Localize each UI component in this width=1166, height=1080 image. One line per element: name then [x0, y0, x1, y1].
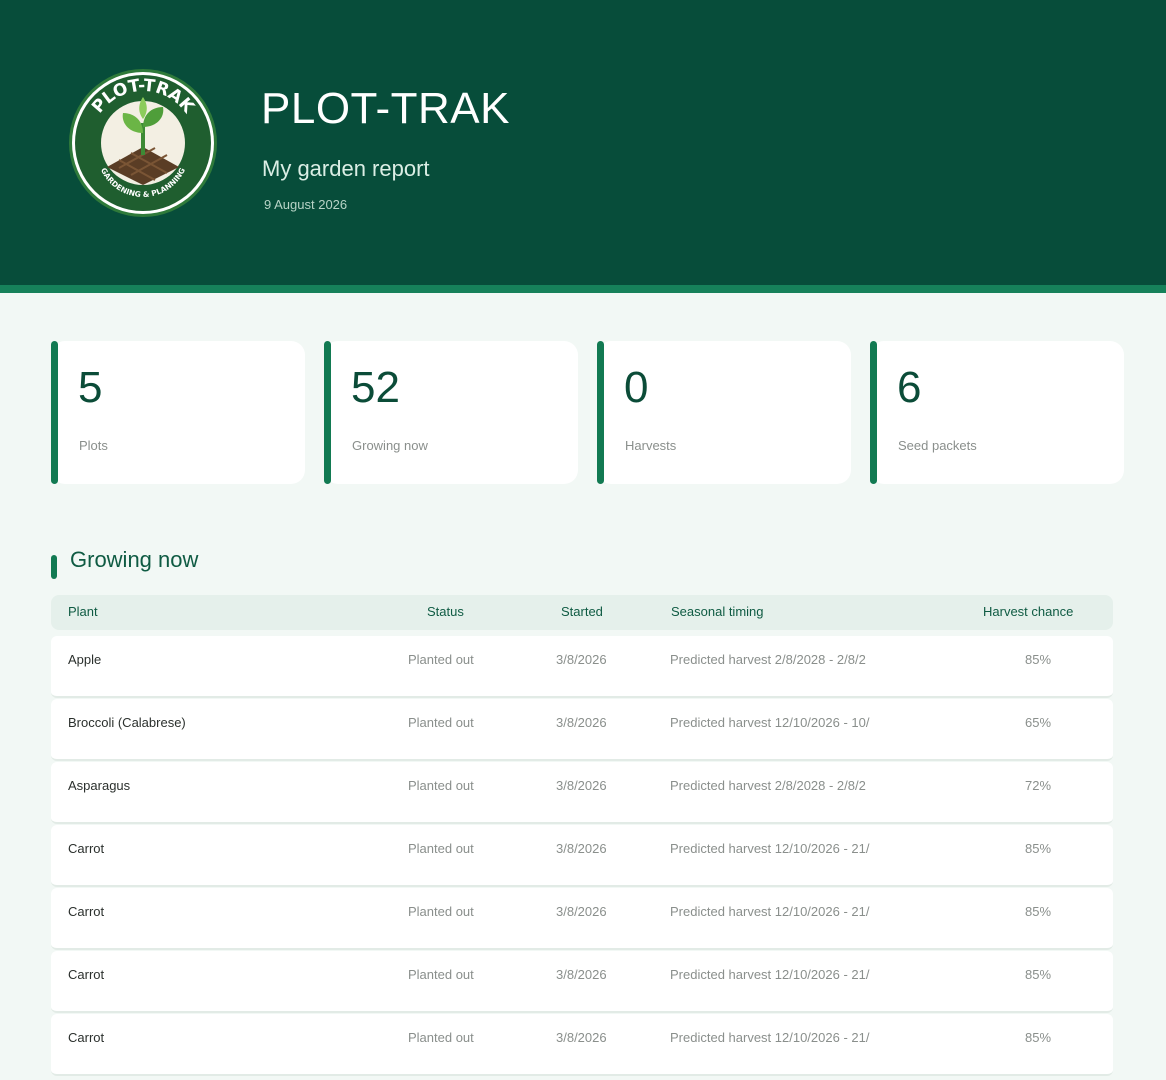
- started-cell: 3/8/2026: [556, 652, 607, 667]
- column-header-status: Status: [427, 604, 464, 619]
- column-header-harvest-chance: Harvest chance: [983, 604, 1074, 619]
- column-header-plant: Plant: [68, 604, 98, 619]
- stat-card-harvests: 0 Harvests: [597, 341, 851, 484]
- started-cell: 3/8/2026: [556, 904, 607, 919]
- seasonal-timing-cell: Predicted harvest 12/10/2026 - 21/: [670, 967, 870, 982]
- status-cell: Planted out: [408, 904, 474, 919]
- harvest-chance-cell: 85%: [1025, 841, 1052, 856]
- table-row: Carrot Planted out 3/8/2026 Predicted ha…: [51, 888, 1113, 950]
- stat-accent-bar: [597, 341, 604, 484]
- stat-accent-bar: [324, 341, 331, 484]
- plant-cell: Carrot: [68, 904, 105, 919]
- started-cell: 3/8/2026: [556, 778, 607, 793]
- seasonal-timing-cell: Predicted harvest 12/10/2026 - 21/: [670, 841, 870, 856]
- status-cell: Planted out: [408, 715, 474, 730]
- stat-value: 5: [78, 363, 103, 412]
- report-subtitle: My garden report: [262, 156, 430, 181]
- started-cell: 3/8/2026: [556, 967, 607, 982]
- stat-value: 52: [351, 363, 400, 412]
- status-cell: Planted out: [408, 778, 474, 793]
- section-accent-bar: [51, 555, 57, 579]
- stat-label: Plots: [79, 438, 108, 453]
- stat-label: Growing now: [352, 438, 428, 453]
- table-row: Broccoli (Calabrese) Planted out 3/8/202…: [51, 699, 1113, 761]
- table-row: Carrot Planted out 3/8/2026 Predicted ha…: [51, 825, 1113, 887]
- table-row: Carrot Planted out 3/8/2026 Predicted ha…: [51, 951, 1113, 1013]
- report-date: 9 August 2026: [264, 197, 348, 212]
- seasonal-timing-cell: Predicted harvest 2/8/2028 - 2/8/2: [670, 652, 866, 667]
- plant-cell: Apple: [68, 652, 102, 667]
- plant-cell: Broccoli (Calabrese): [68, 715, 186, 730]
- started-cell: 3/8/2026: [556, 1030, 607, 1045]
- table-row: Asparagus Planted out 3/8/2026 Predicted…: [51, 762, 1113, 824]
- status-cell: Planted out: [408, 1030, 474, 1045]
- plant-cell: Carrot: [68, 1030, 105, 1045]
- table-row: Apple Planted out 3/8/2026 Predicted har…: [51, 636, 1113, 698]
- plot-trak-logo: PLOT-TRAK GARDENING & PLANNING: [69, 69, 217, 217]
- stat-card-growing-now: 52 Growing now: [324, 341, 578, 484]
- header-accent-stripe: [0, 285, 1166, 293]
- seasonal-timing-cell: Predicted harvest 2/8/2028 - 2/8/2: [670, 778, 866, 793]
- plant-cell: Carrot: [68, 841, 105, 856]
- report-header: PLOT-TRAK GARDENING & PLANNING PLOT-TRAK…: [0, 0, 1166, 285]
- stat-label: Harvests: [625, 438, 677, 453]
- section-title: Growing now: [70, 547, 199, 572]
- stat-value: 0: [624, 363, 649, 412]
- stat-accent-bar: [51, 341, 58, 484]
- harvest-chance-cell: 85%: [1025, 904, 1052, 919]
- column-header-seasonal-timing: Seasonal timing: [671, 604, 764, 619]
- started-cell: 3/8/2026: [556, 841, 607, 856]
- stat-value: 6: [897, 363, 922, 412]
- status-cell: Planted out: [408, 967, 474, 982]
- stat-accent-bar: [870, 341, 877, 484]
- seasonal-timing-cell: Predicted harvest 12/10/2026 - 21/: [670, 904, 870, 919]
- table-row: Carrot Planted out 3/8/2026 Predicted ha…: [51, 1014, 1113, 1076]
- stat-card-plots: 5 Plots: [51, 341, 305, 484]
- harvest-chance-cell: 65%: [1025, 715, 1052, 730]
- stat-card-seed-packets: 6 Seed packets: [870, 341, 1124, 484]
- started-cell: 3/8/2026: [556, 715, 607, 730]
- status-cell: Planted out: [408, 652, 474, 667]
- harvest-chance-cell: 72%: [1025, 778, 1052, 793]
- plant-cell: Asparagus: [68, 778, 131, 793]
- table-header: Plant Status Started Seasonal timing Har…: [51, 595, 1113, 630]
- seasonal-timing-cell: Predicted harvest 12/10/2026 - 21/: [670, 1030, 870, 1045]
- column-header-started: Started: [561, 604, 603, 619]
- plant-cell: Carrot: [68, 967, 105, 982]
- harvest-chance-cell: 85%: [1025, 652, 1052, 667]
- harvest-chance-cell: 85%: [1025, 967, 1052, 982]
- stat-label: Seed packets: [898, 438, 977, 453]
- app-title: PLOT-TRAK: [261, 84, 510, 133]
- harvest-chance-cell: 85%: [1025, 1030, 1052, 1045]
- seasonal-timing-cell: Predicted harvest 12/10/2026 - 10/: [670, 715, 870, 730]
- status-cell: Planted out: [408, 841, 474, 856]
